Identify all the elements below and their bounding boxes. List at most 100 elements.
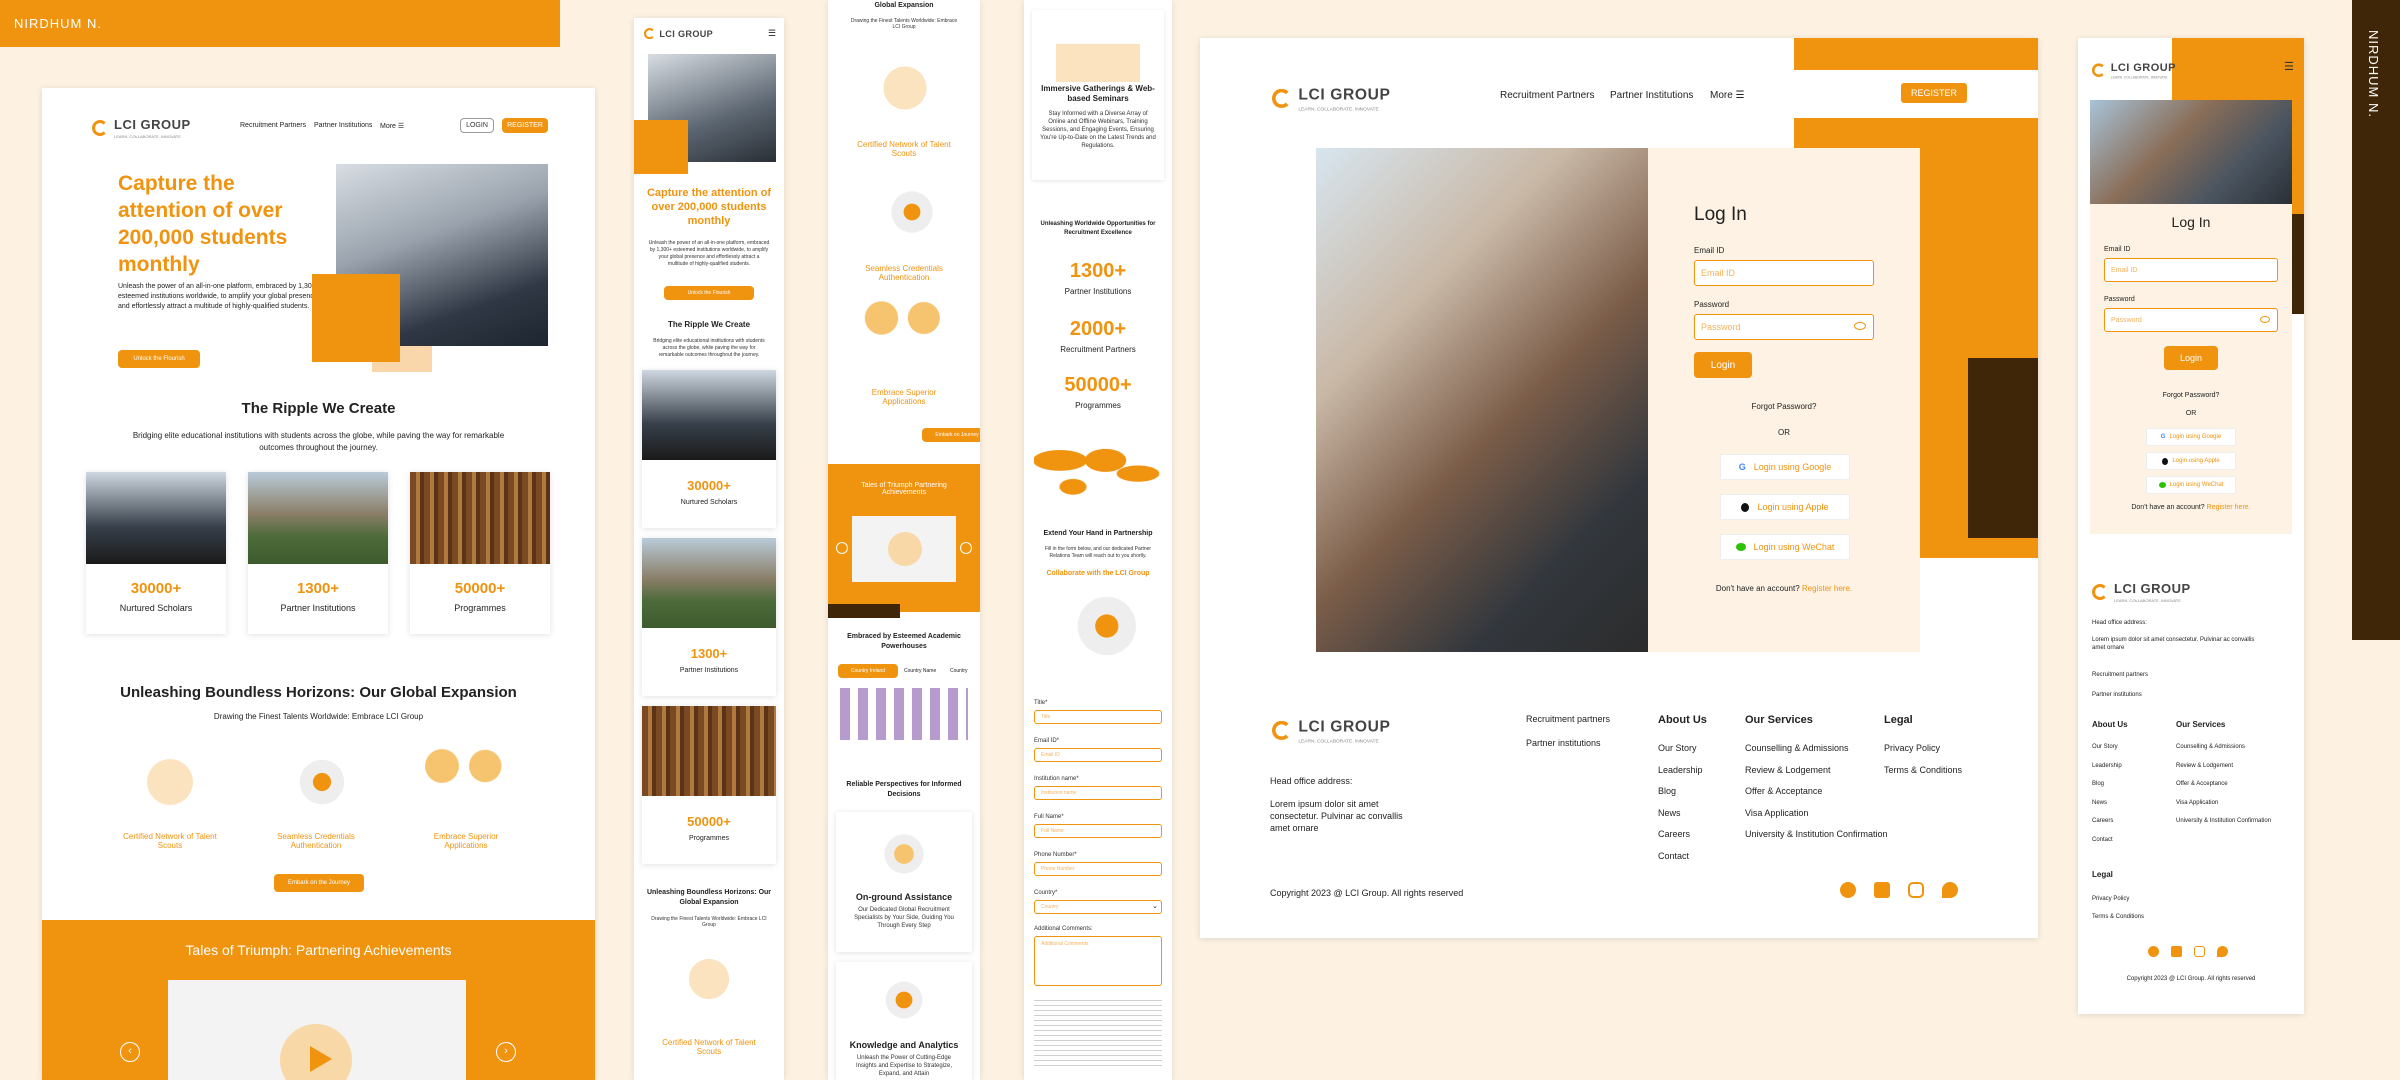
login-wechat-button[interactable]: Login using WeChat	[1720, 534, 1850, 560]
facebook-icon[interactable]	[1840, 882, 1856, 898]
email-field[interactable]: Email ID	[1034, 748, 1162, 762]
nav-recruitment[interactable]: Recruitment Partners	[240, 122, 306, 129]
login-google-button[interactable]: G Login using Google	[2146, 428, 2236, 446]
login-google-button[interactable]: G Login using Google	[1720, 454, 1850, 480]
password-input[interactable]: Password	[2104, 308, 2278, 332]
email-input[interactable]: Email ID	[2104, 258, 2278, 282]
login-apple-button[interactable]: Login using Apple	[2146, 452, 2236, 470]
linkedin-icon[interactable]	[1874, 882, 1890, 898]
brand-logo[interactable]: LCI GROUP LEARN. COLLABORATE. INNOVATE	[1272, 84, 1390, 112]
stat-label: Partner Institutions	[280, 603, 356, 613]
footer-link[interactable]: Recruitment partners	[2092, 672, 2148, 678]
tales-video[interactable]	[852, 516, 956, 582]
institution-field[interactable]: Institution name	[1034, 786, 1162, 800]
hero-cta-button[interactable]: Unlock the Flourish	[118, 350, 200, 368]
footer-link[interactable]: Partner institutions	[2092, 692, 2142, 698]
service-link[interactable]: Review & Lodgement	[1745, 760, 1888, 782]
register-link[interactable]: Register here.	[2207, 504, 2251, 511]
nav-partners[interactable]: Partner Institutions	[314, 122, 372, 129]
brand-logo[interactable]: LCI GROUP LEARN. COLLABORATE. INNOVATE	[92, 116, 191, 139]
form-label: Additional Comments:	[1034, 926, 1093, 932]
about-link[interactable]: News	[2092, 794, 2122, 813]
eye-icon[interactable]	[2260, 316, 2270, 323]
about-link[interactable]: News	[1658, 803, 1703, 825]
legal-link[interactable]: Terms & Conditions	[1884, 760, 1962, 782]
footer-logo[interactable]: LCI GROUP LEARN. COLLABORATE. INNOVATE	[2092, 580, 2191, 603]
email-input[interactable]: Email ID	[1694, 260, 1874, 286]
prev-arrow-icon[interactable]	[836, 542, 848, 554]
service-link[interactable]: Visa Application	[2176, 794, 2271, 813]
title-field[interactable]: Title	[1034, 710, 1162, 724]
brand-logo[interactable]: LCI GROUP LEARN. COLLABORATE. INNOVATE	[2092, 60, 2176, 80]
tab-country-ireland[interactable]: Country Ireland	[838, 664, 898, 678]
facebook-icon[interactable]	[2148, 946, 2159, 957]
about-link[interactable]: Leadership	[2092, 757, 2122, 776]
forgot-password-link[interactable]: Forgot Password?	[1648, 402, 1920, 411]
twitter-icon[interactable]	[2217, 946, 2228, 957]
linkedin-icon[interactable]	[2171, 946, 2182, 957]
nav-more[interactable]: More ☰	[380, 122, 404, 130]
tales-title: Tales of Triumph Partnering Achievements	[861, 482, 947, 496]
service-link[interactable]: Review & Lodgement	[2176, 757, 2271, 776]
about-link[interactable]: Our Story	[2092, 738, 2122, 757]
about-link[interactable]: Careers	[2092, 812, 2122, 831]
instagram-icon[interactable]	[2194, 946, 2205, 957]
hero-cta-button[interactable]: Unlock the Flourish	[664, 286, 754, 300]
legal-link[interactable]: Privacy Policy	[1884, 738, 1962, 760]
stat-label: Nurtured Scholars	[119, 603, 193, 613]
legal-link[interactable]: Terms & Conditions	[2092, 908, 2144, 926]
journey-button[interactable]: Embark on the Journey	[274, 874, 364, 892]
about-link[interactable]: Leadership	[1658, 760, 1703, 782]
footer-link[interactable]: Partner institutions	[1526, 738, 1601, 748]
comments-field[interactable]: Additional Comments	[1034, 936, 1162, 986]
nav-partners[interactable]: Partner Institutions	[1610, 90, 1693, 101]
service-link[interactable]: University & Institution Confirmation	[1745, 824, 1888, 846]
menu-icon[interactable]: ☰	[768, 28, 776, 39]
login-button[interactable]: LOGIN	[460, 118, 494, 133]
forgot-password-link[interactable]: Forgot Password?	[2090, 392, 2292, 399]
journey-button[interactable]: Embark on Journey	[922, 428, 980, 442]
instagram-icon[interactable]	[1908, 882, 1924, 898]
fullname-field[interactable]: Full Name	[1034, 824, 1162, 838]
about-link[interactable]: Contact	[2092, 831, 2122, 850]
password-input[interactable]: Password	[1694, 314, 1874, 340]
legal-link[interactable]: Privacy Policy	[2092, 890, 2144, 908]
register-button[interactable]: REGISTER	[1900, 82, 1968, 104]
next-arrow-icon[interactable]: ›	[496, 1042, 516, 1062]
feature-label: Seamless Credentials Authentication	[865, 264, 943, 282]
tab-country[interactable]: Country	[950, 664, 980, 678]
stat-label: Partner Institutions	[679, 667, 739, 674]
service-link[interactable]: Counselling & Admissions	[2176, 738, 2271, 757]
menu-icon[interactable]: ☰	[2284, 60, 2294, 73]
about-link[interactable]: Careers	[1658, 824, 1703, 846]
play-icon[interactable]	[888, 532, 922, 566]
service-link[interactable]: University & Institution Confirmation	[2176, 812, 2271, 831]
next-arrow-icon[interactable]	[960, 542, 972, 554]
footer-logo[interactable]: LCI GROUP LEARN. COLLABORATE. INNOVATE	[1272, 716, 1390, 744]
service-link[interactable]: Counselling & Admissions	[1745, 738, 1888, 760]
about-link[interactable]: Contact	[1658, 846, 1703, 868]
about-link[interactable]: Blog	[2092, 775, 2122, 794]
country-select[interactable]: Country	[1034, 900, 1162, 914]
login-submit-button[interactable]: Login	[2164, 346, 2218, 370]
tab-country-name[interactable]: Country Name	[904, 664, 944, 678]
service-link[interactable]: Visa Application	[1745, 803, 1888, 825]
login-wechat-button[interactable]: Login using WeChat	[2146, 476, 2236, 494]
footer-link[interactable]: Recruitment partners	[1526, 714, 1610, 724]
phone-field[interactable]: Phone Number	[1034, 862, 1162, 876]
twitter-icon[interactable]	[1942, 882, 1958, 898]
about-link[interactable]: Our Story	[1658, 738, 1703, 760]
service-link[interactable]: Offer & Acceptance	[1745, 781, 1888, 803]
eye-icon[interactable]	[1854, 322, 1866, 330]
about-link[interactable]: Blog	[1658, 781, 1703, 803]
brand-logo[interactable]: LCI GROUP	[644, 28, 713, 40]
prev-arrow-icon[interactable]: ‹	[120, 1042, 140, 1062]
tales-video[interactable]	[168, 980, 466, 1080]
nav-recruitment[interactable]: Recruitment Partners	[1500, 90, 1594, 101]
register-link[interactable]: Register here.	[1802, 584, 1852, 593]
register-button[interactable]: REGISTER	[502, 118, 548, 133]
nav-more[interactable]: More ☰	[1710, 90, 1745, 101]
service-link[interactable]: Offer & Acceptance	[2176, 775, 2271, 794]
login-submit-button[interactable]: Login	[1694, 352, 1752, 378]
login-apple-button[interactable]: Login using Apple	[1720, 494, 1850, 520]
